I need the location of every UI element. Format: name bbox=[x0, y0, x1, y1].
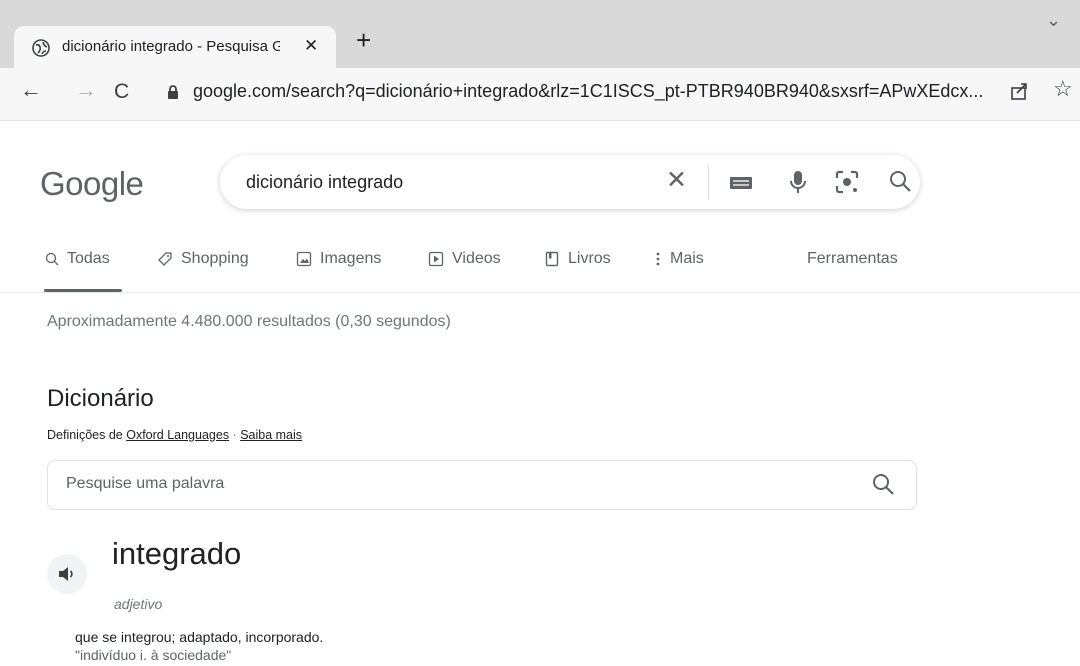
tools-button[interactable]: Ferramentas bbox=[807, 250, 898, 268]
search-divider bbox=[708, 165, 709, 199]
definition-text: que se integrou; adaptado, incorporado. bbox=[75, 629, 324, 645]
tag-icon bbox=[158, 252, 172, 266]
tab-imagens[interactable]: Imagens bbox=[296, 250, 381, 268]
search-box[interactable]: dicionário integrado ✕ bbox=[220, 155, 920, 209]
speaker-icon bbox=[59, 567, 73, 581]
new-tab-button[interactable]: + bbox=[356, 27, 371, 53]
search-icon[interactable] bbox=[888, 169, 912, 193]
share-icon[interactable] bbox=[1010, 81, 1030, 101]
pronunciation-button[interactable] bbox=[47, 554, 87, 594]
dictionary-source: Definições de Oxford Languages · Saiba m… bbox=[47, 428, 302, 442]
star-icon[interactable]: ☆ bbox=[1053, 78, 1073, 100]
mic-icon[interactable] bbox=[786, 169, 810, 195]
search-icon[interactable] bbox=[871, 472, 895, 496]
tabs-divider bbox=[0, 292, 1080, 293]
browser-toolbar: ← → C google.com/search?q=dicionário+int… bbox=[0, 68, 1080, 121]
learn-more-link[interactable]: Saiba mais bbox=[240, 428, 302, 442]
tab-todas[interactable]: Todas bbox=[45, 250, 110, 268]
tab-mais[interactable]: Mais bbox=[654, 250, 704, 268]
oxford-languages-link[interactable]: Oxford Languages bbox=[126, 428, 229, 442]
source-prefix: Definições de bbox=[47, 428, 127, 442]
back-button[interactable]: ← bbox=[20, 79, 42, 101]
result-stats: Aproximadamente 4.480.000 resultados (0,… bbox=[47, 313, 451, 330]
google-logo[interactable]: Google bbox=[40, 165, 144, 203]
word-search-box[interactable]: Pesquise uma palavra bbox=[47, 460, 917, 510]
forward-button[interactable]: → bbox=[75, 79, 97, 101]
keyboard-icon[interactable] bbox=[728, 169, 754, 195]
tab-videos-label: Videos bbox=[452, 250, 501, 267]
tab-imagens-label: Imagens bbox=[320, 250, 382, 267]
globe-icon bbox=[32, 39, 50, 57]
browser-tab[interactable]: dicionário integrado - Pesquisa G ✕ bbox=[14, 26, 336, 68]
dictionary-heading: Dicionário bbox=[47, 385, 154, 412]
address-bar[interactable]: google.com/search?q=dicionário+integrado… bbox=[193, 81, 1003, 102]
tab-shopping-label: Shopping bbox=[181, 250, 249, 267]
tab-strip: dicionário integrado - Pesquisa G ✕ + ⌄ bbox=[0, 0, 1080, 68]
part-of-speech: adjetivo bbox=[114, 596, 163, 612]
source-separator: · bbox=[229, 428, 241, 442]
tab-mais-label: Mais bbox=[670, 250, 704, 267]
word-search-input[interactable]: Pesquise uma palavra bbox=[66, 475, 224, 493]
tab-livros-label: Livros bbox=[568, 250, 611, 267]
tab-search-button[interactable]: ⌄ bbox=[1046, 10, 1061, 31]
lens-icon[interactable] bbox=[834, 169, 860, 195]
tab-title: dicionário integrado - Pesquisa G bbox=[62, 38, 280, 55]
more-vert-icon bbox=[656, 252, 660, 266]
play-icon bbox=[428, 251, 444, 267]
reload-button[interactable]: C bbox=[114, 81, 129, 102]
tab-videos[interactable]: Videos bbox=[428, 250, 501, 268]
search-icon bbox=[45, 252, 59, 266]
tab-todas-label: Todas bbox=[67, 250, 110, 267]
search-tabs: Todas Shopping Imagens Videos Livros Mai… bbox=[0, 250, 1080, 290]
lock-icon[interactable] bbox=[167, 85, 179, 100]
book-icon bbox=[545, 251, 559, 267]
tools-label: Ferramentas bbox=[807, 250, 898, 267]
example-text: "indivíduo i. à sociedade" bbox=[75, 647, 232, 663]
headword: integrado bbox=[112, 536, 242, 571]
image-icon bbox=[296, 251, 312, 267]
tab-close-button[interactable]: ✕ bbox=[304, 37, 318, 54]
tab-livros[interactable]: Livros bbox=[544, 250, 611, 268]
tab-shopping[interactable]: Shopping bbox=[157, 250, 249, 268]
search-input[interactable]: dicionário integrado bbox=[246, 172, 403, 193]
clear-search-button[interactable]: ✕ bbox=[666, 168, 687, 193]
